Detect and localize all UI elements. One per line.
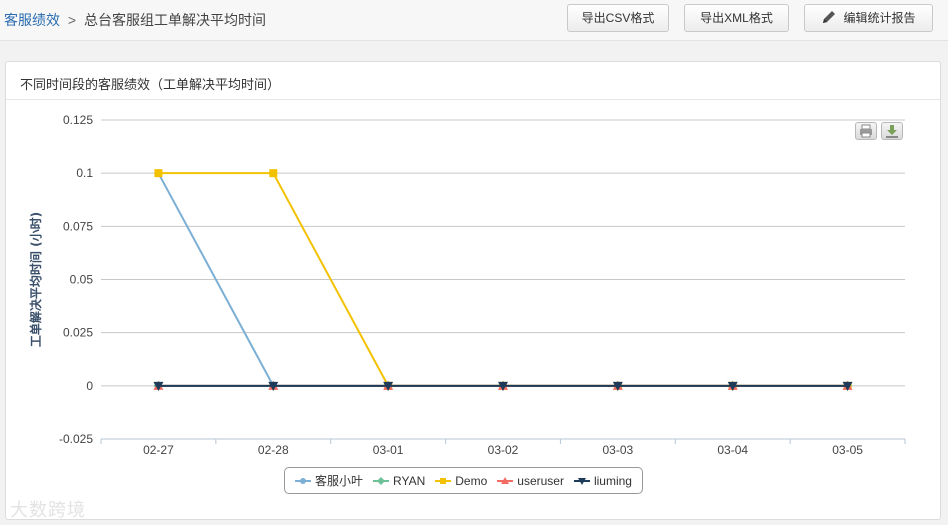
y-axis-title: 工单解决平均时间 (小时) [28, 212, 43, 347]
print-icon [860, 124, 872, 138]
x-tick-label: 02-28 [258, 443, 289, 457]
legend-item[interactable]: 客服小叶 [295, 472, 363, 489]
download-icon [886, 125, 898, 138]
watermark: 大数跨境 [10, 500, 86, 520]
y-tick-label: 0.05 [70, 273, 94, 287]
legend-symbol [373, 476, 390, 485]
legend-label: useruser [517, 473, 564, 488]
y-tick-label: 0.1 [76, 166, 93, 180]
legend-label: RYAN [393, 473, 426, 488]
print-button[interactable] [855, 122, 877, 140]
legend-item[interactable]: liuming [573, 473, 632, 488]
legend-item[interactable]: Demo [435, 474, 487, 488]
export-button[interactable] [881, 122, 903, 140]
x-tick-label: 02-27 [143, 443, 174, 457]
y-tick-label: -0.025 [59, 432, 93, 446]
legend-symbol [573, 477, 590, 485]
x-tick-label: 03-02 [488, 443, 519, 457]
legend-symbol [435, 477, 452, 484]
legend-label: liuming [593, 473, 632, 488]
y-tick-label: 0.025 [63, 326, 93, 340]
legend-label: Demo [455, 473, 488, 488]
legend-symbol [295, 477, 312, 484]
legend-item[interactable]: RYAN [373, 474, 425, 488]
legend-label: 客服小叶 [315, 474, 364, 488]
legend-symbol [497, 476, 514, 484]
x-tick-label: 03-05 [832, 443, 863, 457]
y-tick-label: 0 [86, 379, 93, 393]
data-point [154, 169, 163, 178]
x-tick-label: 03-03 [603, 443, 634, 457]
y-tick-label: 0.075 [63, 219, 93, 233]
chart-legend: 客服小叶 RYAN Demo useruser liuming [284, 467, 643, 494]
x-tick-label: 03-01 [373, 443, 404, 457]
y-tick-label: 0.125 [63, 113, 93, 127]
legend-item[interactable]: useruser [497, 474, 564, 488]
x-tick-label: 03-04 [717, 443, 748, 457]
line-chart: 0.125 0.1 0.075 0.05 0.025 0 -0.025 02-27 02-28 0… [28, 113, 906, 457]
data-point [269, 169, 278, 178]
